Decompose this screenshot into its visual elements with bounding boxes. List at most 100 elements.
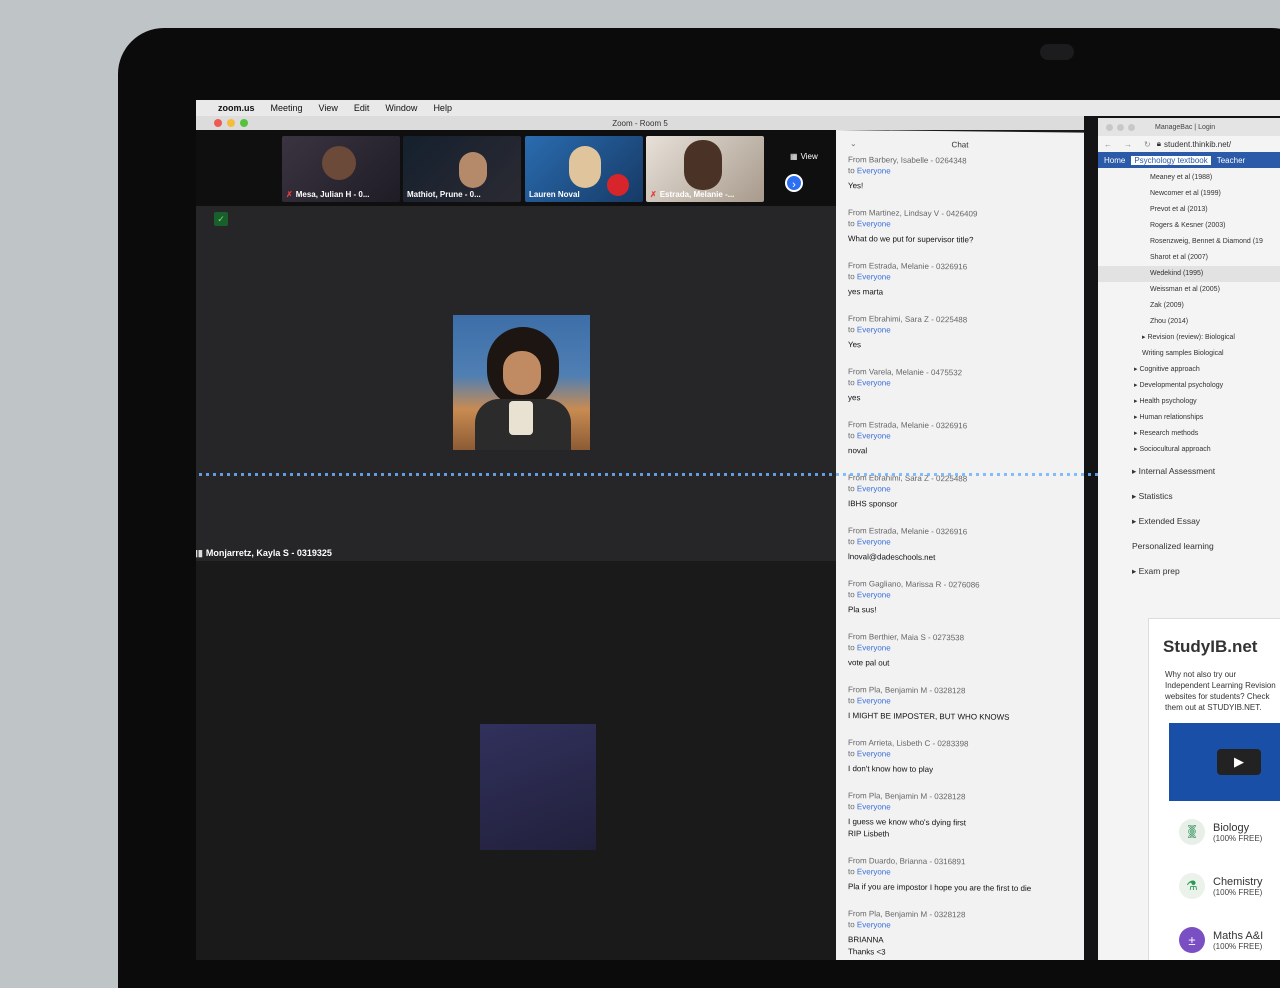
menu-edit[interactable]: Edit xyxy=(354,103,370,113)
section-item[interactable]: ▸ Internal Assessment xyxy=(1098,460,1280,483)
section-item[interactable]: ▸ Statistics xyxy=(1098,485,1280,508)
course-chemistry[interactable]: ⚗︎ Chemistry (100% FREE) xyxy=(1179,863,1280,909)
tree-item[interactable]: ▸ Research methods xyxy=(1098,426,1280,442)
back-icon[interactable]: ← xyxy=(1104,140,1112,149)
menu-window[interactable]: Window xyxy=(385,103,417,113)
chat-message: From Ebrahimi, Sara Z - 0225488 to Everyo… xyxy=(836,472,1084,513)
tree-item[interactable]: Zak (2009) xyxy=(1098,298,1280,314)
dna-icon: 🧬︎ xyxy=(1179,819,1205,845)
recipient-everyone[interactable]: Everyone xyxy=(857,749,891,758)
next-page-button[interactable]: › xyxy=(785,174,803,192)
recipient-everyone[interactable]: Everyone xyxy=(857,537,891,546)
speaker-name: Monjarretz, Kayla S - 0319325 xyxy=(205,548,332,558)
signal-bars-icon: ▮▮▮ xyxy=(196,548,203,558)
chat-recipient: to Everyone xyxy=(848,431,891,441)
chat-message: From Duardo, Brianna - 0316891 to Everyon… xyxy=(836,855,1084,896)
chevron-right-icon: › xyxy=(792,179,796,191)
tree-item[interactable]: ▸ Revision (review): Biological xyxy=(1098,330,1280,346)
chat-message: From Estrada, Melanie - 0326916 to Everyo… xyxy=(836,525,1084,566)
recipient-everyone[interactable]: Everyone xyxy=(857,219,891,228)
course-maths[interactable]: ± Maths A&I (100% FREE) xyxy=(1179,917,1280,960)
chat-recipient: to Everyone xyxy=(848,696,891,706)
studyib-logo[interactable]: StudyIB.net xyxy=(1163,637,1280,657)
chat-recipient: to Everyone xyxy=(848,867,891,877)
plus-minus-icon: ± xyxy=(1179,927,1205,953)
section-item[interactable]: ▸ Extended Essay xyxy=(1098,510,1280,533)
tree-item[interactable]: ▸ Human relationships xyxy=(1098,410,1280,426)
recipient-everyone[interactable]: Everyone xyxy=(857,802,891,811)
nav-home[interactable]: Home xyxy=(1104,156,1125,165)
tree-item[interactable]: Wedekind (1995) xyxy=(1098,266,1280,282)
menu-help[interactable]: Help xyxy=(433,103,452,113)
chat-message: From Barbery, Isabelle - 0264348 to Every… xyxy=(836,154,1084,195)
participant-name: Mathiot, Prune - 0... xyxy=(407,190,481,199)
menu-meeting[interactable]: Meeting xyxy=(271,103,303,113)
active-speaker-stage: ✓ ▮▮▮Monjarretz, Kayla S - 0319325 xyxy=(196,206,836,561)
chat-message: From Varela, Melanie - 0475532 to Everyon… xyxy=(836,366,1084,407)
tree-item[interactable]: Rosenzweig, Bennet & Diamond (19 xyxy=(1098,234,1280,250)
play-icon[interactable]: ▶ xyxy=(1217,749,1261,775)
tree-item[interactable]: Meaney et al (1988) xyxy=(1098,170,1280,186)
mac-menubar: zoom.us Meeting View Edit Window Help xyxy=(196,100,1280,116)
promo-video[interactable]: ▶ xyxy=(1169,723,1280,801)
chat-text: Yes xyxy=(848,340,862,350)
recipient-everyone[interactable]: Everyone xyxy=(857,484,891,493)
tree-item[interactable]: ▸ Sociocultural approach xyxy=(1098,442,1280,458)
nav-psychology-textbook[interactable]: Psychology textbook xyxy=(1131,155,1211,165)
chat-recipient: to Everyone xyxy=(848,920,891,930)
recipient-everyone[interactable]: Everyone xyxy=(857,272,891,281)
tree-item[interactable]: Rogers & Kesner (2003) xyxy=(1098,218,1280,234)
menu-view[interactable]: View xyxy=(319,103,338,113)
forward-icon[interactable]: → xyxy=(1124,140,1132,149)
speaker-profile-photo xyxy=(453,315,590,450)
tree-item[interactable]: Prevot et al (2013) xyxy=(1098,202,1280,218)
active-speaker-label: ▮▮▮Monjarretz, Kayla S - 0319325 xyxy=(196,548,332,559)
recipient-everyone[interactable]: Everyone xyxy=(857,166,891,175)
participant-tile[interactable]: Lauren Noval xyxy=(525,136,643,202)
nav-teacher[interactable]: Teacher xyxy=(1217,156,1245,165)
tree-item[interactable]: ▸ Cognitive approach xyxy=(1098,362,1280,378)
tree-item[interactable]: Weissman et al (2005) xyxy=(1098,282,1280,298)
chat-header: ⌄ Chat xyxy=(836,130,1084,157)
zoom-titlebar: Zoom - Room 5 xyxy=(196,116,1084,130)
view-button[interactable]: ▦ View xyxy=(790,152,818,161)
chat-text: yes xyxy=(848,393,861,403)
menu-zoom[interactable]: zoom.us xyxy=(218,103,255,113)
chevron-down-icon[interactable]: ⌄ xyxy=(850,130,857,158)
chat-messages[interactable]: From Barbery, Isabelle - 0264348 to Every… xyxy=(836,154,1084,960)
studyib-blurb: Why not also try our Independent Learnin… xyxy=(1165,670,1276,712)
tree-item[interactable]: Writing samples Biological xyxy=(1098,346,1280,362)
reload-icon[interactable]: ↻ xyxy=(1144,140,1151,149)
chat-text: Pla if you are impostor I hope you are t… xyxy=(848,882,1032,894)
recipient-everyone[interactable]: Everyone xyxy=(857,325,891,334)
address-bar: ← → ↻ 🔒︎ student.thinkib.net/ xyxy=(1098,136,1280,152)
course-biology[interactable]: 🧬︎ Biology (100% FREE) xyxy=(1179,809,1280,855)
recipient-everyone[interactable]: Everyone xyxy=(857,867,891,876)
tab-managebac[interactable]: ManageBac | Login xyxy=(1155,124,1215,131)
section-item[interactable]: ▸ Exam prep xyxy=(1098,560,1280,583)
tree-item[interactable]: Sharot et al (2007) xyxy=(1098,250,1280,266)
recipient-everyone[interactable]: Everyone xyxy=(857,590,891,599)
participant-tile[interactable]: ✗ Estrada, Melanie -... xyxy=(646,136,764,202)
participant-video xyxy=(459,152,487,188)
section-item[interactable]: Personalized learning xyxy=(1098,535,1280,558)
participant-name: Lauren Noval xyxy=(529,190,580,199)
url-field[interactable]: student.thinkib.net/ xyxy=(1164,140,1231,149)
chat-text: yes marta xyxy=(848,287,884,297)
tree-item[interactable]: Newcomer et al (1999) xyxy=(1098,186,1280,202)
recipient-everyone[interactable]: Everyone xyxy=(857,696,891,705)
participant-tile[interactable]: ✗ Mesa, Julian H - 0... xyxy=(282,136,400,202)
tree-item[interactable]: ▸ Developmental psychology xyxy=(1098,378,1280,394)
shield-icon[interactable]: ✓ xyxy=(214,212,228,226)
tree-item[interactable]: ▸ Health psychology xyxy=(1098,394,1280,410)
tree-item[interactable]: Zhou (2014) xyxy=(1098,314,1280,330)
recipient-everyone[interactable]: Everyone xyxy=(857,431,891,440)
red-character-icon xyxy=(607,174,629,196)
chat-message: From Estrada, Melanie - 0326916 to Everyo… xyxy=(836,419,1084,460)
chat-text: Pla sus! xyxy=(848,605,877,615)
recipient-everyone[interactable]: Everyone xyxy=(857,920,891,929)
participant-tile[interactable]: Mathiot, Prune - 0... xyxy=(403,136,521,202)
chat-recipient: to Everyone xyxy=(848,219,891,229)
recipient-everyone[interactable]: Everyone xyxy=(857,378,891,387)
recipient-everyone[interactable]: Everyone xyxy=(857,643,891,652)
